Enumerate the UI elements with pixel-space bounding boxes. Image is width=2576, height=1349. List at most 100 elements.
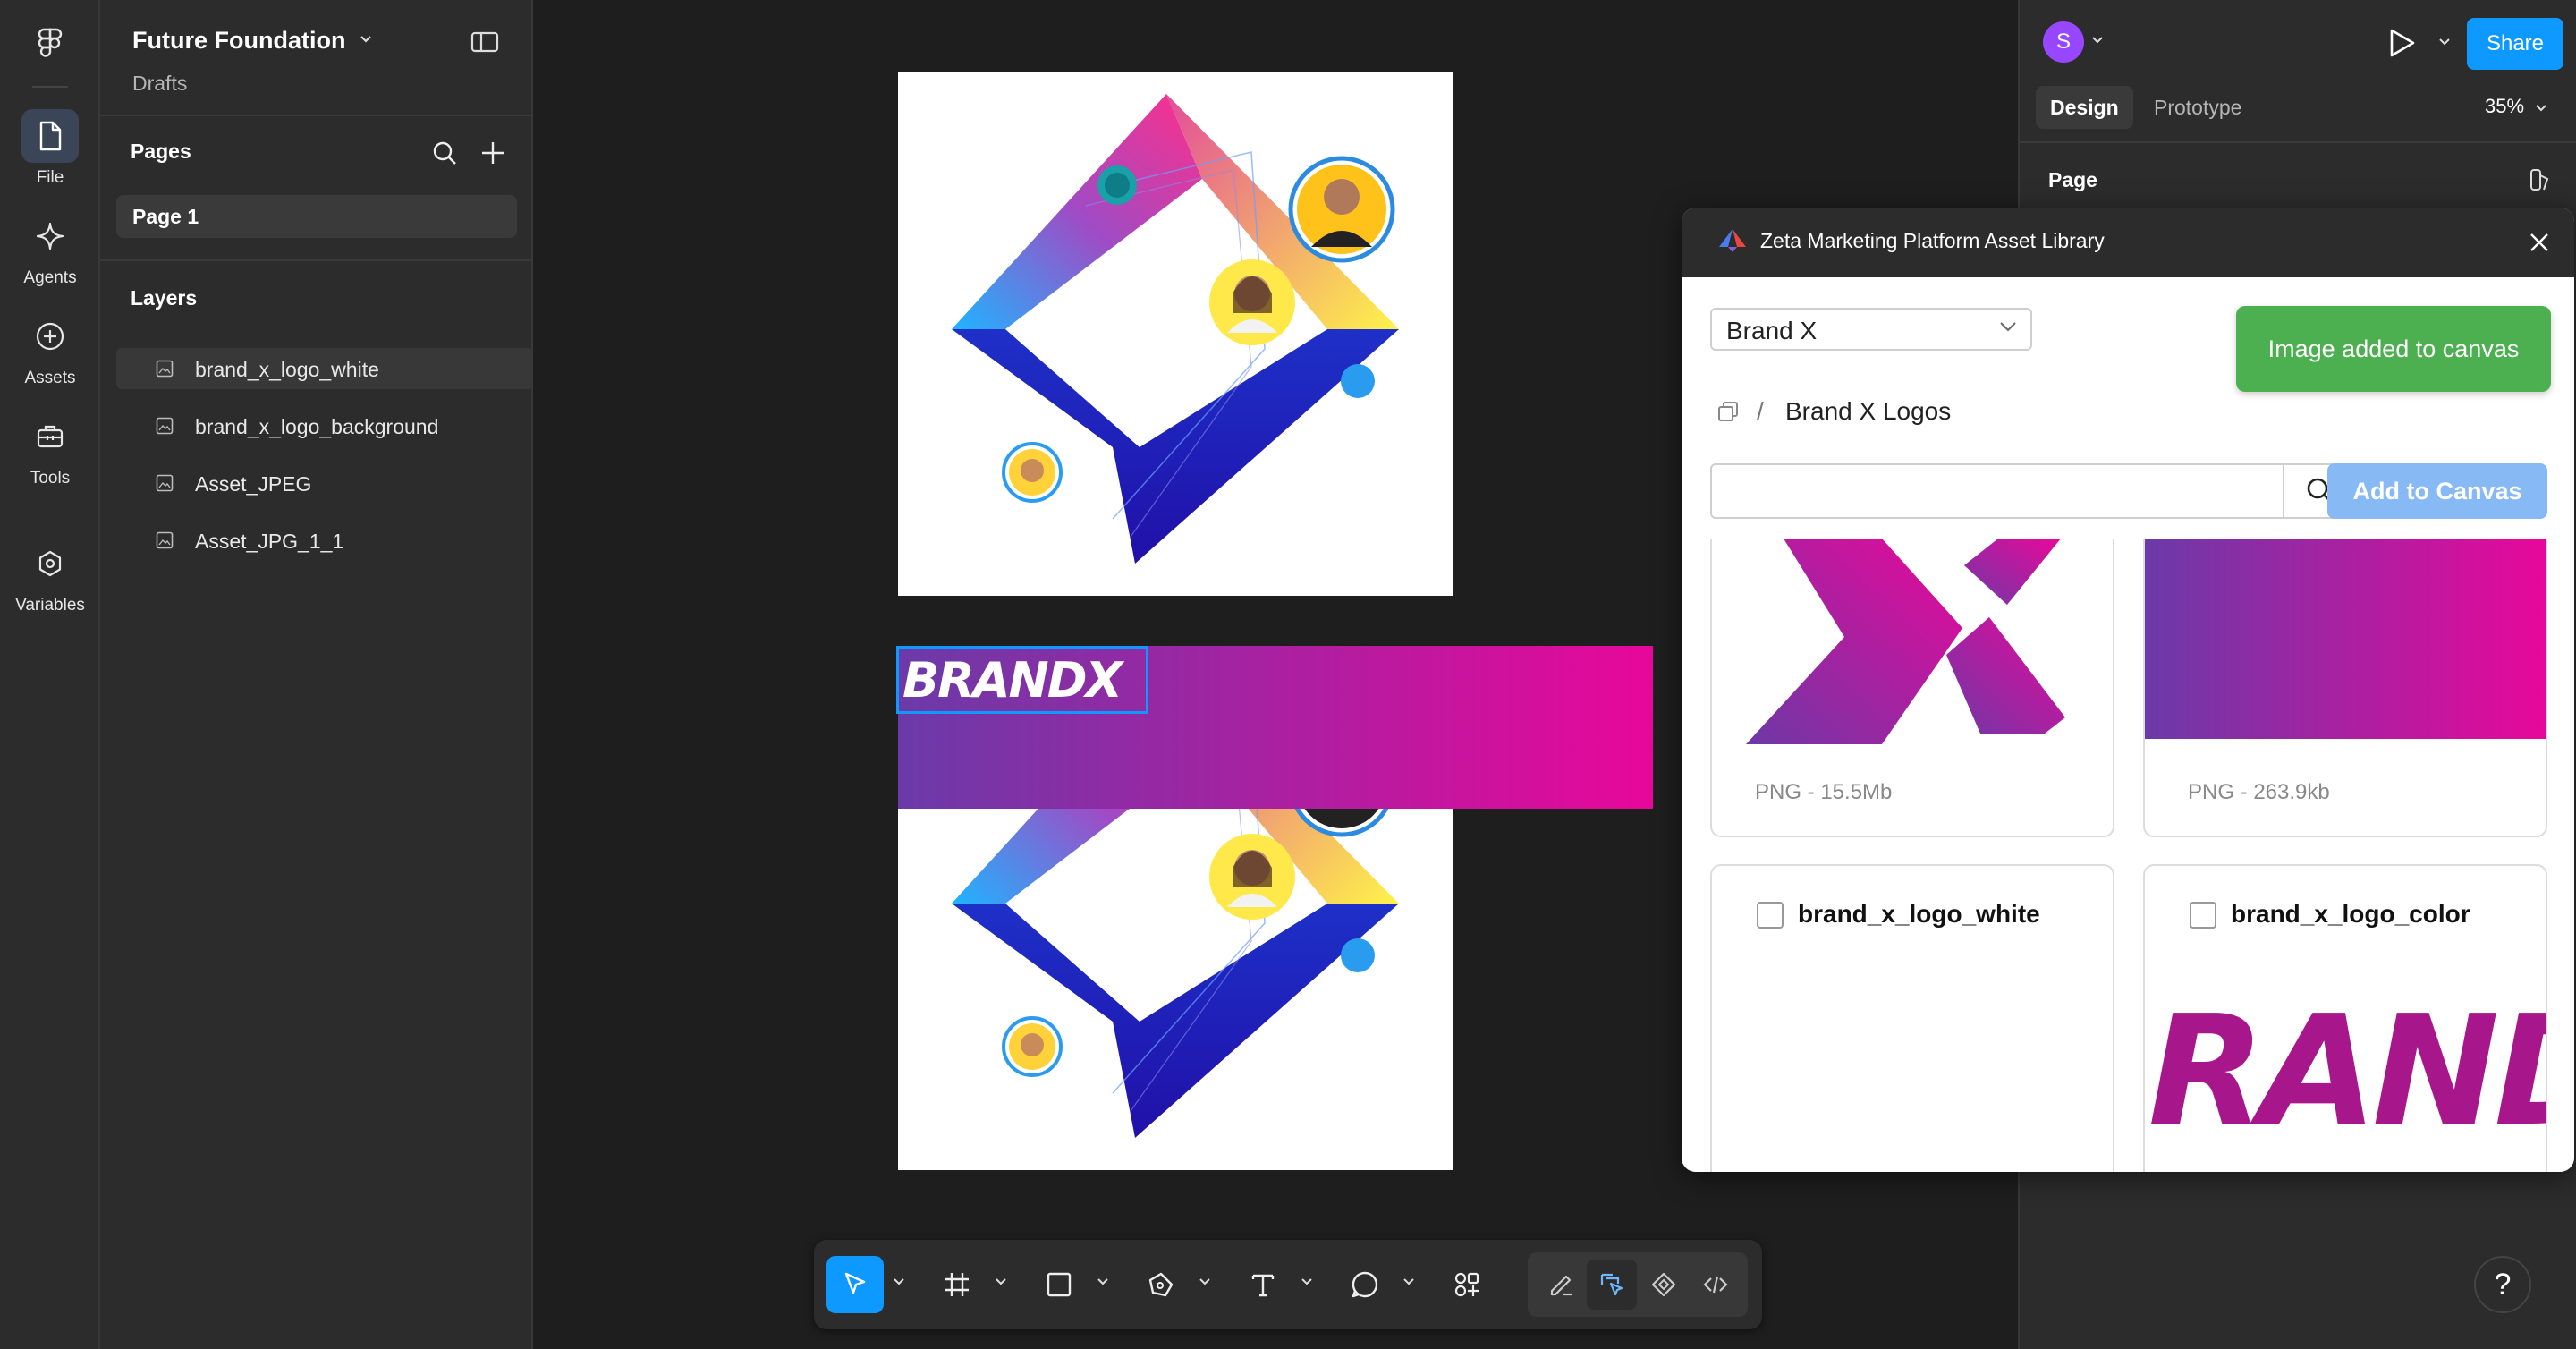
pen-tool[interactable] bbox=[1132, 1256, 1190, 1313]
asset-card[interactable]: brand_x_logo_white bbox=[1710, 864, 2114, 1172]
rectangle-tool[interactable] bbox=[1030, 1256, 1088, 1313]
asset-library-plugin: Zeta Marketing Platform Asset Library Br… bbox=[1682, 208, 2574, 1172]
brand-select[interactable]: Brand X bbox=[1710, 308, 2032, 351]
rail-item-agents[interactable]: Agents bbox=[0, 209, 100, 288]
layer-name: brand_x_logo_background bbox=[195, 415, 439, 438]
share-button[interactable]: Share bbox=[2467, 18, 2563, 70]
zoom-level[interactable]: 35% bbox=[2485, 95, 2547, 118]
toolbox-icon bbox=[37, 425, 64, 448]
hexagon-icon bbox=[38, 550, 62, 577]
components-mode-button[interactable] bbox=[1639, 1260, 1689, 1310]
breadcrumb-separator: / bbox=[1757, 397, 1764, 425]
asset-title: brand_x_logo_color bbox=[2231, 900, 2470, 928]
asset-checkbox[interactable] bbox=[1757, 902, 1784, 929]
left-panel: Future Foundation Drafts Pages Page 1 La… bbox=[100, 0, 533, 1349]
rail-item-assets[interactable]: Assets bbox=[0, 310, 100, 388]
image-layer-icon bbox=[156, 531, 174, 549]
layer-name: brand_x_logo_white bbox=[195, 358, 379, 381]
zoom-value: 35% bbox=[2485, 95, 2525, 117]
breadcrumb[interactable]: Brand X Logos bbox=[1785, 397, 1951, 426]
asset-thumbnail bbox=[2145, 539, 2546, 739]
asset-thumbnail bbox=[1746, 539, 2065, 744]
code-icon bbox=[1703, 1276, 1728, 1294]
layers-heading: Layers bbox=[131, 286, 198, 310]
layer-row-asset-jpg-1-1[interactable]: Asset_JPG_1_1 bbox=[116, 520, 533, 561]
rail-item-file[interactable]: File bbox=[0, 109, 100, 188]
image-layer-icon bbox=[156, 417, 174, 435]
design-mode-button[interactable] bbox=[1587, 1260, 1637, 1310]
frame-tool[interactable] bbox=[928, 1256, 986, 1313]
bottom-toolbar bbox=[814, 1240, 1762, 1329]
chevron-down-icon[interactable] bbox=[893, 1277, 905, 1286]
rectangle-icon bbox=[1046, 1272, 1072, 1297]
selected-logo-white[interactable]: BRANDX bbox=[896, 646, 1148, 714]
chevron-down-icon[interactable] bbox=[995, 1277, 1007, 1286]
asset-card[interactable]: PNG - 15.5Mb bbox=[1710, 539, 2114, 837]
pen-icon bbox=[1148, 1272, 1174, 1297]
asset-checkbox[interactable] bbox=[2190, 902, 2216, 929]
close-icon[interactable] bbox=[2526, 229, 2553, 256]
frame-icon bbox=[945, 1273, 969, 1296]
chevron-down-icon[interactable] bbox=[2091, 36, 2104, 45]
actions-tool[interactable] bbox=[1438, 1256, 1496, 1313]
move-tool[interactable] bbox=[826, 1256, 884, 1313]
file-icon bbox=[39, 121, 62, 151]
folder-copy-icon[interactable] bbox=[1716, 399, 1741, 424]
page-section-heading: Page bbox=[2048, 168, 2097, 191]
play-icon[interactable] bbox=[2386, 27, 2417, 59]
comment-tool[interactable] bbox=[1336, 1256, 1394, 1313]
plugin-header: Zeta Marketing Platform Asset Library bbox=[1682, 208, 2574, 277]
text-tool[interactable] bbox=[1234, 1256, 1292, 1313]
layer-row-brand-x-logo-white[interactable]: brand_x_logo_white bbox=[116, 348, 533, 389]
mode-switcher bbox=[1528, 1252, 1748, 1317]
success-toast: Image added to canvas bbox=[2236, 306, 2551, 392]
chevron-down-icon[interactable] bbox=[1301, 1277, 1313, 1286]
rail-label-assets: Assets bbox=[24, 369, 76, 387]
dev-mode-button[interactable] bbox=[1690, 1260, 1741, 1310]
image-layer-icon bbox=[156, 474, 174, 492]
diamond-artwork bbox=[952, 94, 1399, 564]
chevron-down-icon[interactable] bbox=[2438, 38, 2451, 47]
chevron-down-icon[interactable] bbox=[1199, 1277, 1211, 1286]
draw-mode-button[interactable] bbox=[1537, 1260, 1587, 1310]
sidebar-toggle-icon[interactable] bbox=[470, 30, 499, 54]
chevron-down-icon[interactable] bbox=[1097, 1277, 1109, 1286]
layer-name: Asset_JPG_1_1 bbox=[195, 530, 344, 553]
tab-design[interactable]: Design bbox=[2036, 86, 2133, 129]
avatar[interactable]: S bbox=[2043, 21, 2084, 63]
help-button[interactable]: ? bbox=[2474, 1256, 2531, 1313]
layer-name: Asset_JPEG bbox=[195, 472, 312, 496]
tab-prototype[interactable]: Prototype bbox=[2140, 86, 2256, 129]
asset-card[interactable]: brand_x_logo_color BRANDX bbox=[2143, 864, 2547, 1172]
add-to-canvas-button[interactable]: Add to Canvas bbox=[2327, 463, 2547, 519]
page-item-page-1[interactable]: Page 1 bbox=[116, 195, 517, 238]
chevron-down-icon[interactable] bbox=[1402, 1277, 1415, 1286]
add-page-icon[interactable] bbox=[479, 140, 506, 166]
style-icon[interactable] bbox=[2528, 166, 2555, 193]
plus-circle-icon bbox=[36, 322, 64, 351]
rail-item-tools[interactable]: Tools bbox=[0, 410, 100, 488]
artwork-frame-1[interactable] bbox=[898, 72, 1453, 596]
chevron-down-icon[interactable] bbox=[358, 34, 374, 45]
search-icon[interactable] bbox=[431, 140, 458, 166]
rail-label-variables: Variables bbox=[15, 596, 85, 615]
asset-meta: PNG - 15.5Mb bbox=[1755, 780, 1893, 804]
asset-search-input[interactable] bbox=[1710, 463, 2284, 519]
comment-icon bbox=[1352, 1271, 1378, 1298]
chevron-down-icon bbox=[2536, 105, 2546, 112]
figma-logo-icon[interactable] bbox=[32, 25, 68, 61]
layer-row-brand-x-logo-background[interactable]: brand_x_logo_background bbox=[116, 405, 533, 446]
left-rail: File Agents Assets Tools Variables bbox=[0, 0, 100, 1349]
asset-card[interactable]: PNG - 263.9kb bbox=[2143, 539, 2547, 837]
divider bbox=[2020, 141, 2576, 143]
text-icon bbox=[1251, 1274, 1275, 1297]
rail-label-tools: Tools bbox=[30, 469, 71, 488]
rail-label-file: File bbox=[36, 168, 64, 187]
rail-label-agents: Agents bbox=[23, 268, 77, 287]
file-location[interactable]: Drafts bbox=[132, 72, 187, 96]
layer-row-asset-jpeg[interactable]: Asset_JPEG bbox=[116, 462, 533, 504]
chevron-down-icon bbox=[2000, 322, 2016, 332]
rail-item-variables[interactable]: Variables bbox=[0, 537, 100, 615]
cursor-icon bbox=[844, 1272, 866, 1294]
file-title[interactable]: Future Foundation bbox=[132, 27, 345, 55]
